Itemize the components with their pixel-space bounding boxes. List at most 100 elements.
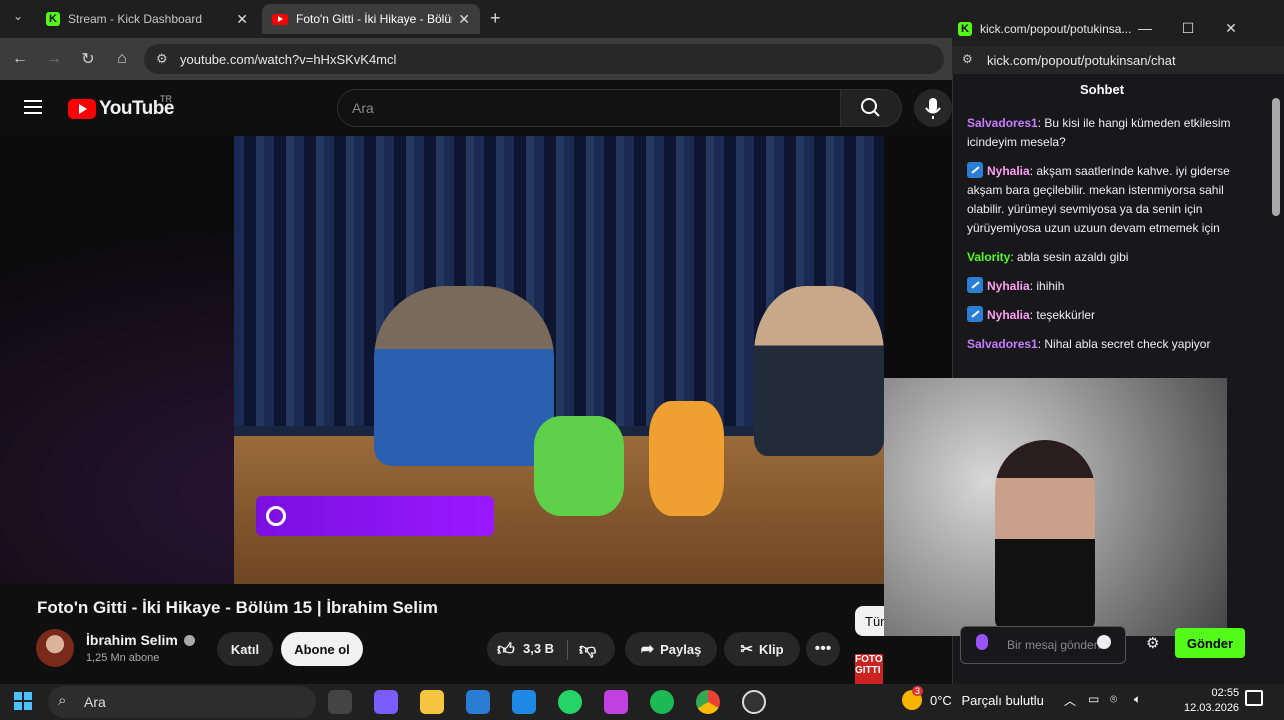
date: 12.03.2026 (1184, 702, 1240, 714)
close-icon[interactable]: ✕ (236, 11, 248, 28)
minimize-icon[interactable]: — (1135, 18, 1155, 38)
clock[interactable]: 02:55 12.03.2026 (1184, 686, 1239, 716)
chat-username[interactable]: Salvadores1 (967, 116, 1038, 130)
weather-widget[interactable]: 0°C Parçalı bulutlu (930, 693, 1044, 708)
send-button[interactable]: Gönder (1175, 628, 1245, 658)
verified-icon (183, 634, 195, 646)
search-icon: ⌕ (58, 692, 67, 709)
youtube-logo[interactable]: YouTube (68, 98, 174, 120)
more-actions-icon[interactable]: ••• (806, 632, 840, 666)
subscribe-button[interactable]: Abone ol (281, 632, 363, 666)
chrome-icon[interactable] (696, 690, 720, 714)
chat-scrollbar[interactable] (1272, 98, 1280, 216)
next-video-thumbnail[interactable]: FOTO'N GITTI (855, 654, 883, 684)
store-icon[interactable] (466, 690, 490, 714)
close-icon[interactable]: ✕ (458, 11, 470, 28)
share-icon: ➦ (640, 641, 655, 658)
new-tab-icon[interactable]: + (490, 8, 501, 29)
network-icon[interactable]: ⌾ (1110, 692, 1117, 707)
join-button[interactable]: Katıl (217, 632, 273, 666)
like-dislike-group: 👍︎ 3,3 B 👎︎ (487, 632, 615, 666)
temperature: 0°C (930, 693, 952, 708)
orange-figure-prop (649, 401, 724, 516)
battery-icon[interactable]: ▭ (1088, 692, 1099, 706)
streamer-person (995, 440, 1095, 630)
forward-arrow-icon[interactable]: → (43, 48, 65, 70)
file-explorer-icon[interactable] (420, 690, 444, 714)
mail-icon[interactable] (512, 690, 536, 714)
dislike-icon[interactable]: 👎︎ (579, 639, 596, 660)
chat-message: Salvadores1: Nihal abla secret check yap… (967, 335, 1235, 354)
chat-message: Nyhalia: akşam saatlerinde kahve. iyi gi… (967, 162, 1235, 238)
like-count[interactable]: 3,3 B (523, 641, 554, 656)
clip-button[interactable]: ✂ Klip (724, 632, 800, 666)
voice-search-button[interactable] (914, 89, 952, 127)
youtube-search-button[interactable] (840, 89, 902, 127)
subscriber-badge-icon (967, 277, 983, 293)
spotify-icon[interactable] (650, 690, 674, 714)
share-label: Paylaş (660, 641, 702, 657)
chevron-up-icon[interactable]: ︿ (1064, 692, 1076, 709)
tab-kick-dashboard[interactable]: K Stream - Kick Dashboard ✕ (36, 4, 258, 34)
green-figure-prop (534, 416, 624, 516)
office-icon[interactable] (604, 690, 628, 714)
notifications-icon[interactable] (1245, 690, 1263, 706)
chat-username[interactable]: Nyhalia (987, 164, 1030, 178)
chat-message: Nyhalia: teşekkürler (967, 306, 1235, 325)
subscriber-badge-icon (967, 306, 983, 322)
record-icon (266, 506, 286, 526)
like-icon[interactable]: 👍︎ (497, 639, 515, 660)
microphone-icon[interactable] (976, 634, 988, 650)
notification-badge: 3 (912, 686, 924, 696)
video-player[interactable] (234, 136, 884, 584)
tab-title: Foto'n Gitti - İki Hikaye - Bölüm (296, 12, 452, 26)
address-bar[interactable]: ⚙ youtube.com/watch?v=hHxSKvK4mcl (144, 44, 944, 74)
volume-icon[interactable]: 🔈︎ (1134, 692, 1141, 707)
chat-username[interactable]: Nyhalia (987, 279, 1030, 293)
search-icon (861, 98, 880, 117)
microphone-icon (925, 98, 941, 119)
task-view-icon[interactable] (328, 690, 352, 714)
chat-message-text: ihihih (1036, 279, 1065, 293)
gear-icon[interactable]: ⚙ (1146, 634, 1162, 652)
chat-username[interactable]: Salvadores1 (967, 337, 1038, 351)
channel-name[interactable]: İbrahim Selim (86, 632, 195, 648)
taskbar-search-input[interactable]: ⌕ Ara (48, 686, 316, 718)
popup-address-bar[interactable]: ⚙ kick.com/popout/potukinsan/chat (952, 46, 1284, 74)
copilot-icon[interactable] (374, 690, 398, 714)
site-info-icon[interactable]: ⚙ (962, 52, 973, 66)
back-arrow-icon[interactable]: ← (9, 48, 31, 70)
tab-search-button[interactable]: ⌄ (8, 9, 28, 29)
chat-message-text: Nihal abla secret check yapiyor (1044, 337, 1211, 351)
channel-avatar[interactable] (36, 629, 74, 667)
subscriber-count: 1,25 Mn abone (86, 652, 160, 664)
emote-icon[interactable] (1097, 635, 1111, 649)
obs-icon[interactable] (742, 690, 766, 714)
kick-favicon-icon: K (46, 12, 60, 26)
guest-person (754, 286, 884, 456)
weather-text: Parçalı bulutlu (961, 693, 1044, 708)
youtube-favicon-icon (272, 13, 288, 25)
whatsapp-icon[interactable] (558, 690, 582, 714)
menu-icon[interactable] (24, 100, 42, 114)
chat-message: Valority: abla sesin azaldı gibi (967, 248, 1235, 267)
chat-message: Nyhalia: ihihih (967, 277, 1235, 296)
taskbar-search-placeholder: Ara (84, 694, 106, 710)
windows-start-icon[interactable] (14, 692, 32, 710)
reload-icon[interactable]: ↻ (77, 48, 99, 70)
maximize-icon[interactable]: ☐ (1178, 18, 1198, 38)
site-info-icon[interactable]: ⚙ (156, 51, 168, 67)
home-icon[interactable]: ⌂ (111, 48, 133, 70)
chat-username[interactable]: Valority (967, 250, 1010, 264)
chat-header: Sohbet (1079, 82, 1125, 97)
tab-title: Stream - Kick Dashboard (68, 12, 203, 26)
youtube-play-icon (68, 99, 96, 119)
clip-label: Klip (759, 641, 784, 657)
tab-youtube-video[interactable]: Foto'n Gitti - İki Hikaye - Bölüm ✕ (262, 4, 480, 34)
chat-username[interactable]: Nyhalia (987, 308, 1030, 322)
close-window-icon[interactable]: ✕ (1221, 18, 1241, 38)
scissors-icon: ✂ (740, 641, 753, 658)
region-code: TR (160, 94, 172, 104)
share-button[interactable]: ➦ Paylaş (625, 632, 717, 666)
youtube-search-input[interactable]: Ara (337, 89, 841, 127)
